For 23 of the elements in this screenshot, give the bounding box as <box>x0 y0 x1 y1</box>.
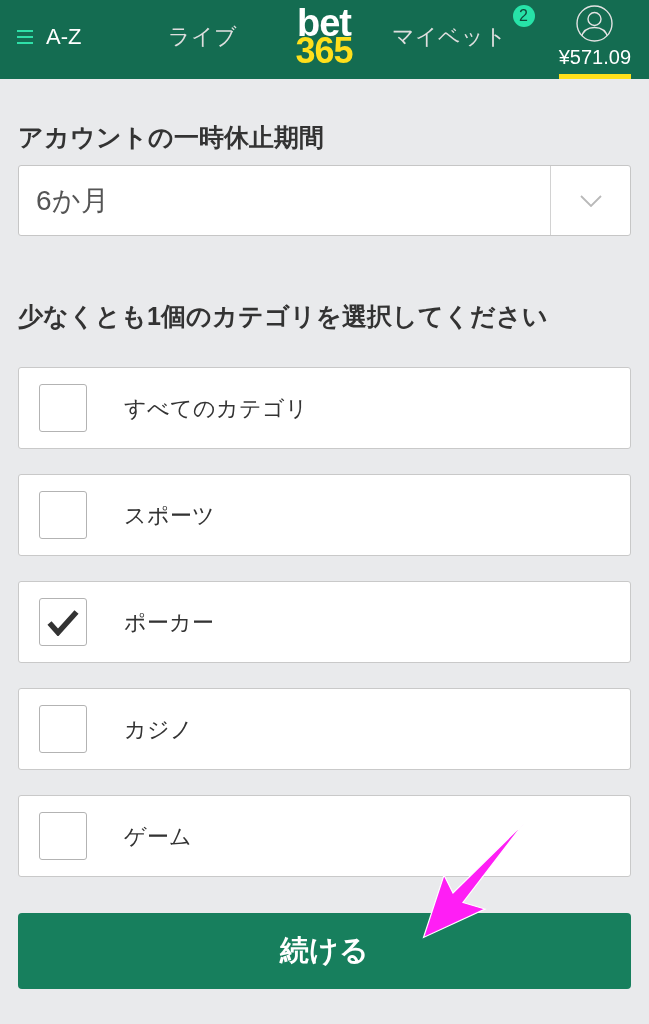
checkbox[interactable] <box>39 598 87 646</box>
category-option[interactable]: すべてのカテゴリ <box>18 367 631 449</box>
checkmark-icon <box>47 608 79 636</box>
section-heading: アカウントの一時休止期間 <box>18 122 325 153</box>
account-tab[interactable]: ¥571.09 <box>558 0 631 79</box>
checkbox[interactable] <box>39 491 87 539</box>
brand-logo[interactable]: bet 365 <box>295 10 353 64</box>
checkbox[interactable] <box>39 384 87 432</box>
checkbox[interactable] <box>39 812 87 860</box>
menu-icon <box>17 30 33 44</box>
count-badge: 2 <box>512 5 535 27</box>
category-option[interactable]: スポーツ <box>18 474 631 556</box>
user-icon <box>576 5 614 42</box>
section-heading: 少なくとも1個のカテゴリを選択してください <box>18 301 549 332</box>
checkbox[interactable] <box>39 705 87 753</box>
category-option[interactable]: カジノ <box>18 688 631 770</box>
nav-tab[interactable]: ライブ <box>168 0 237 79</box>
category-option[interactable]: ポーカー <box>18 581 631 663</box>
period-select[interactable]: 6か月 <box>18 165 631 236</box>
menu-button[interactable]: A-Z <box>0 0 82 79</box>
category-option[interactable]: ゲーム <box>18 795 631 877</box>
chevron-down-icon <box>579 194 602 207</box>
continue-button[interactable]: 続ける <box>18 913 631 989</box>
